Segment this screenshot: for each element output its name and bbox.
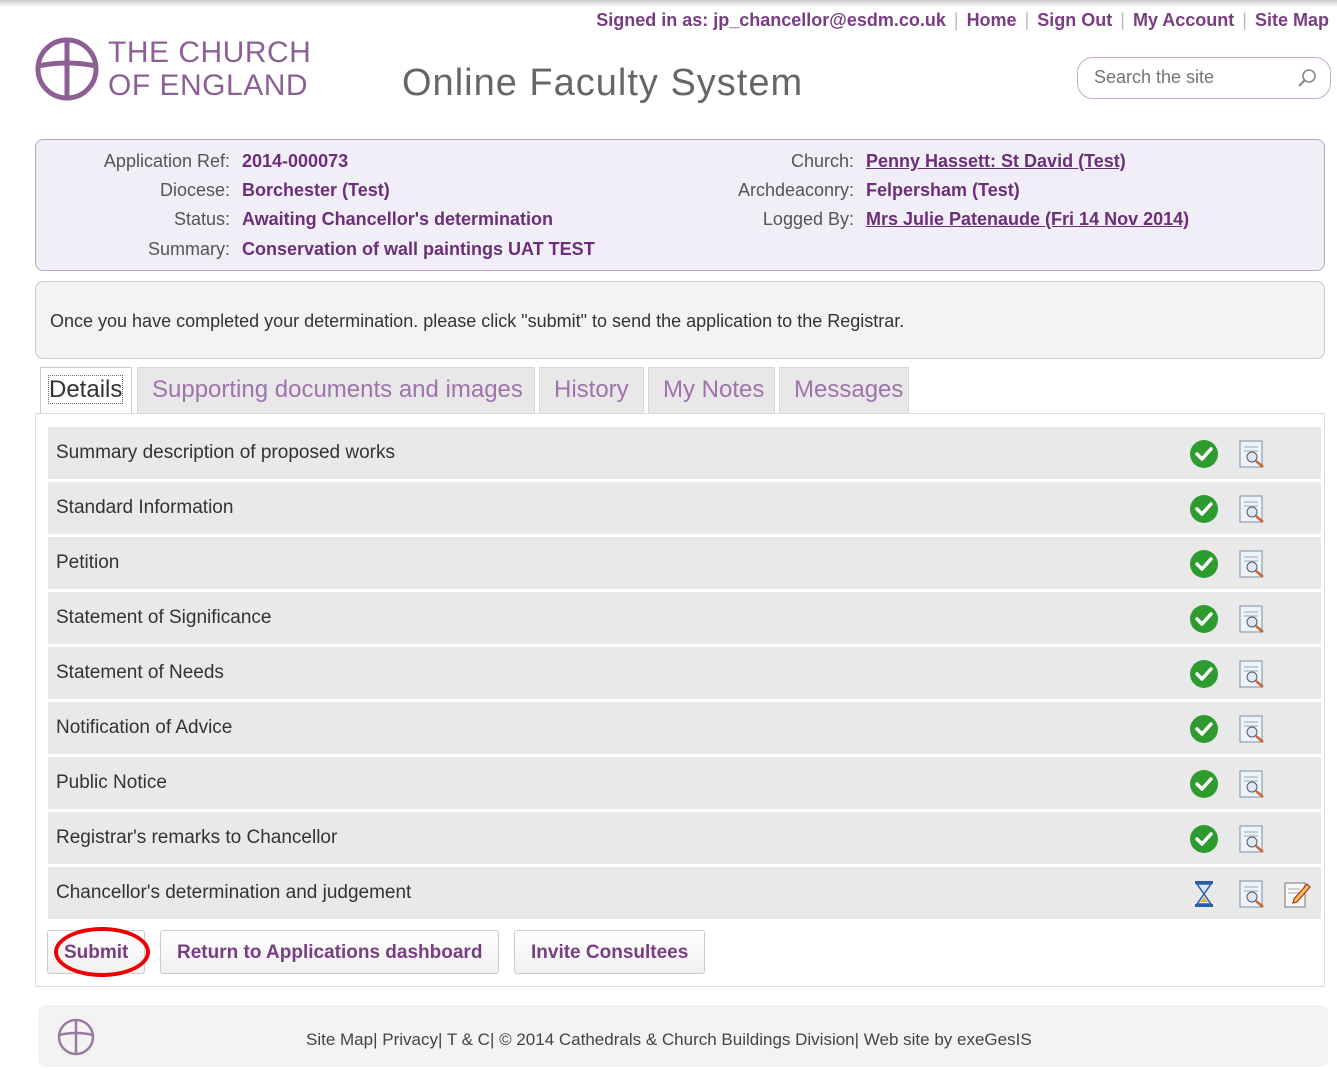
footer-privacy-link[interactable]: Privacy [382,1030,438,1049]
section-label: Registrar's remarks to Chancellor [56,827,338,848]
section-row: Notification of Advice [48,702,1321,754]
checkmark-icon [1190,550,1218,578]
top-shadow [0,0,1337,7]
hourglass-icon [1195,881,1213,907]
section-label: Standard Information [56,497,234,518]
summary-label: Summary: [147,239,230,259]
section-row: Summary description of proposed works [48,427,1321,479]
tab-my-notes[interactable]: My Notes [648,367,775,413]
details-panel: Summary description of proposed works St… [35,413,1325,987]
checkmark-icon [1190,770,1218,798]
search-input[interactable] [1092,66,1286,89]
view-document-icon[interactable] [1237,659,1267,689]
church-label: Church: [790,151,854,171]
nav-home-link[interactable]: Home [967,10,1017,30]
footer-tc-link[interactable]: T & C [447,1030,490,1049]
submit-highlight-ring [54,927,150,977]
logged-by-label: Logged By: [762,209,854,229]
search-icon[interactable] [1296,67,1318,89]
view-document-icon[interactable] [1237,604,1267,634]
view-document-icon[interactable] [1237,879,1267,909]
brand-line-2: OF ENGLAND [108,69,309,102]
tab-details[interactable]: Details [40,367,132,413]
diocese-label: Diocese: [159,180,230,200]
search-box[interactable] [1077,57,1331,99]
section-label: Notification of Advice [56,717,233,738]
section-label: Chancellor's determination and judgement [56,882,412,903]
diocese-value: Borchester (Test) [242,180,390,200]
checkmark-icon [1190,440,1218,468]
footer-credit-link[interactable]: Web site by exeGesIS [864,1030,1032,1049]
church-link[interactable]: Penny Hassett: St David (Test) [866,151,1126,171]
view-document-icon[interactable] [1237,439,1267,469]
view-document-icon[interactable] [1237,494,1267,524]
app-ref-label: Application Ref: [103,151,230,171]
brand-name[interactable]: THE CHURCH OF ENGLAND [108,36,311,102]
section-row: Statement of Significance [48,592,1321,644]
footer-cross-logo-icon [57,1018,95,1056]
nav-sign-out-link[interactable]: Sign Out [1037,10,1112,30]
archdeaconry-label: Archdeaconry: [737,180,854,200]
section-row: Petition [48,537,1321,589]
view-document-icon[interactable] [1237,769,1267,799]
section-row: Standard Information [48,482,1321,534]
instruction-notice: Once you have completed your determinati… [35,281,1325,359]
section-label: Summary description of proposed works [56,442,395,463]
checkmark-icon [1190,825,1218,853]
checkmark-icon [1190,660,1218,688]
checkmark-icon [1190,715,1218,743]
logged-by-link[interactable]: Mrs Julie Patenaude (Fri 14 Nov 2014) [866,209,1189,229]
status-label: Status: [173,209,230,229]
church-cross-logo-icon[interactable] [34,36,100,106]
view-document-icon[interactable] [1237,824,1267,854]
footer-site-map-link[interactable]: Site Map [306,1030,373,1049]
application-info-panel: Application Ref: 2014-000073 Diocese: Borc… [35,139,1325,271]
status-value: Awaiting Chancellor's determination [242,209,554,229]
section-row: Public Notice [48,757,1321,809]
app-ref-value: 2014-000073 [242,151,349,171]
return-dashboard-button[interactable]: Return to Applications dashboard [160,930,500,974]
checkmark-icon [1190,605,1218,633]
view-document-icon[interactable] [1237,714,1267,744]
edit-document-icon[interactable] [1282,879,1312,909]
section-label: Public Notice [56,772,167,793]
tab-supporting-documents[interactable]: Supporting documents and images [137,367,535,413]
footer: Site Map| Privacy| T & C| © 2014 Cathedr… [38,1005,1328,1067]
section-row: Statement of Needs [48,647,1321,699]
top-nav: Signed in as: jp_chancellor@esdm.co.uk | H… [596,10,1329,30]
tab-messages[interactable]: Messages [779,367,909,413]
tab-history[interactable]: History [539,367,644,413]
instruction-text: Once you have completed your determinati… [50,311,905,331]
section-row: Registrar's remarks to Chancellor [48,812,1321,864]
site-title: Online Faculty System [402,62,804,104]
view-document-icon[interactable] [1237,549,1267,579]
archdeaconry-value: Felpersham (Test) [866,180,1020,200]
nav-my-account-link[interactable]: My Account [1133,10,1234,30]
section-row: Chancellor's determination and judgement [48,867,1321,919]
brand-line-1: THE CHURCH [108,36,312,69]
section-label: Petition [56,552,120,573]
footer-copyright: © 2014 Cathedrals & Church Buildings Div… [499,1030,855,1049]
invite-consultees-button[interactable]: Invite Consultees [514,930,706,974]
section-label: Statement of Needs [56,662,224,683]
signed-in-text: Signed in as: jp_chancellor@esdm.co.uk [596,10,946,30]
summary-value: Conservation of wall paintings UAT TEST [242,239,595,259]
section-label: Statement of Significance [56,607,272,628]
nav-site-map-link[interactable]: Site Map [1255,10,1329,30]
checkmark-icon [1190,495,1218,523]
